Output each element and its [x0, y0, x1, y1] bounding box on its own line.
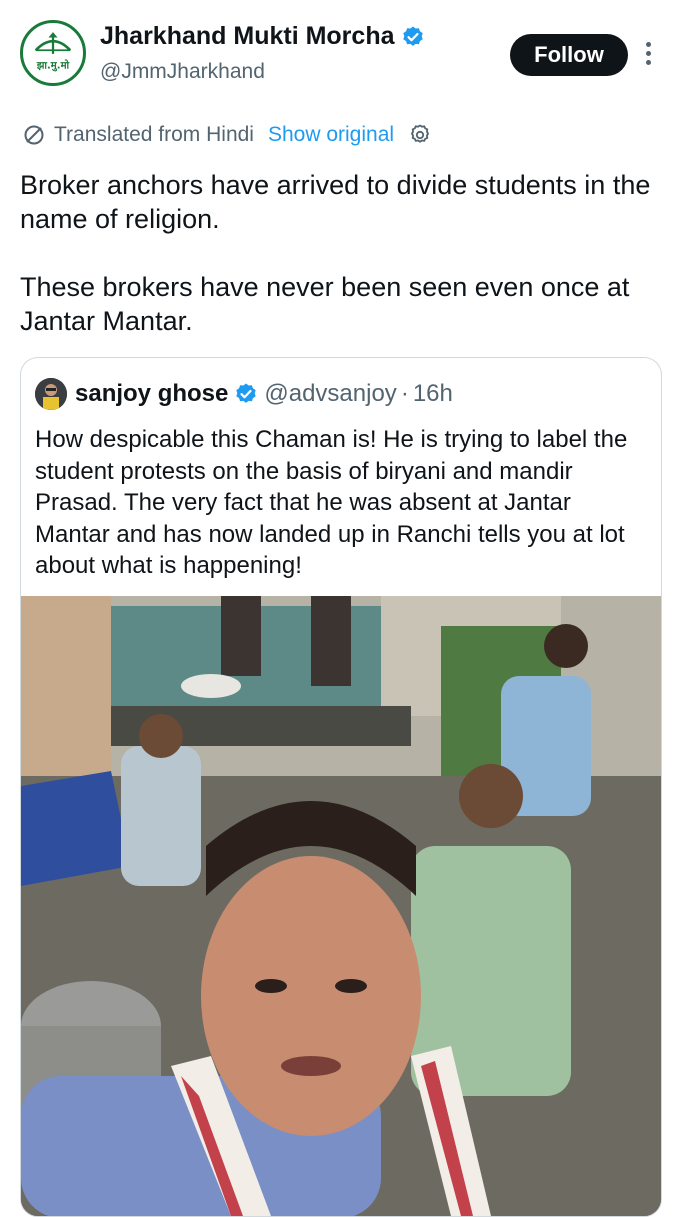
account-name[interactable]: Jharkhand Mukti Morcha — [100, 22, 395, 51]
translation-bar: Translated from Hindi Show original — [22, 120, 432, 150]
quoted-name[interactable]: sanjoy ghose — [75, 380, 228, 408]
account-handle[interactable]: @JmmJharkhand — [100, 60, 265, 84]
gear-icon[interactable] — [408, 123, 432, 147]
quoted-handle[interactable]: @advsanjoy — [264, 380, 396, 408]
logo-text: झा.मु.मो — [36, 58, 70, 71]
tweet-paragraph: Broker anchors have arrived to divide st… — [20, 170, 651, 234]
follow-button[interactable]: Follow — [510, 34, 628, 76]
verified-badge-icon — [236, 383, 257, 403]
translate-icon — [24, 125, 44, 145]
account-name-row: Jharkhand Mukti Morcha — [100, 22, 425, 51]
quoted-video-thumbnail[interactable] — [21, 596, 661, 1216]
show-original-link[interactable]: Show original — [268, 123, 394, 147]
verified-badge-icon — [402, 26, 423, 46]
jmm-logo: झा.मु.मो — [25, 25, 81, 81]
quoted-avatar[interactable] — [35, 378, 67, 410]
tweet-paragraph: These brokers have never been seen even … — [20, 272, 630, 336]
quoted-timestamp[interactable]: 16h — [413, 380, 453, 408]
quoted-tweet-header: sanjoy ghose @advsanjoy · 16h — [35, 378, 453, 410]
tweet-header: झा.मु.मो Jharkhand Mukti Morcha @JmmJhar… — [0, 0, 682, 110]
quoted-tweet[interactable]: sanjoy ghose @advsanjoy · 16h How despic… — [20, 357, 662, 1217]
account-avatar[interactable]: झा.मु.मो — [20, 20, 86, 86]
more-options-icon[interactable] — [640, 42, 656, 70]
separator-dot: · — [400, 380, 409, 407]
quoted-text: How despicable this Chaman is! He is try… — [35, 426, 628, 579]
video-scene-image — [21, 596, 661, 1216]
tweet-text: Broker anchors have arrived to divide st… — [20, 168, 665, 338]
translation-notice: Translated from Hindi — [54, 123, 254, 146]
